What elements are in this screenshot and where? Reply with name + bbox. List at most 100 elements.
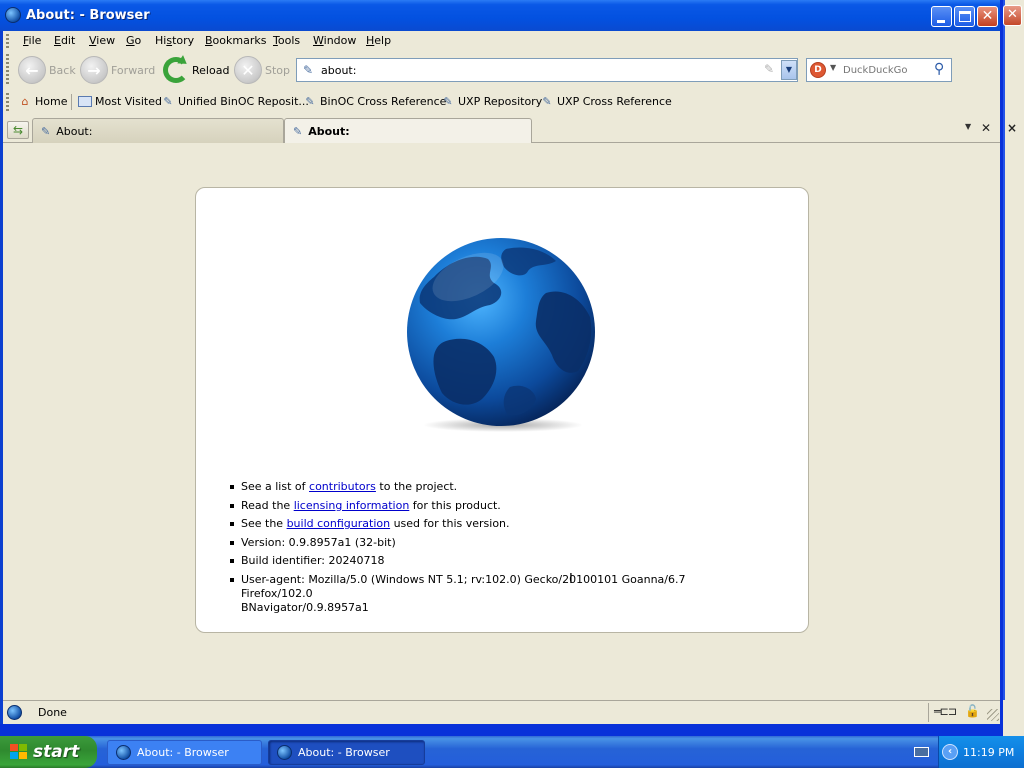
menu-edit[interactable]: Edit <box>54 34 75 47</box>
close-button[interactable]: ✕ <box>977 6 998 27</box>
url-bar[interactable]: ✎ ✎ ▼ <box>296 58 798 82</box>
reload-button[interactable]: Reload <box>163 55 229 85</box>
stop-icon: ✕ <box>234 56 262 84</box>
bookmarks-toolbar-grip[interactable] <box>6 93 9 111</box>
user-agent-line-2: BNavigator/0.9.8957a1 <box>241 600 369 614</box>
logo-pane <box>10 752 18 759</box>
bookmark-label: BinOC Cross Reference <box>320 95 447 108</box>
url-input[interactable] <box>321 62 761 78</box>
bookmark-binoc-cross-ref[interactable]: ✎ BinOC Cross Reference <box>303 95 446 108</box>
about-build-config-line: See the build configuration used for thi… <box>230 517 750 531</box>
search-magnifier-icon[interactable]: ⚲ <box>934 61 944 77</box>
bookmark-uxp-repo[interactable]: ✎ UXP Repository <box>441 95 542 108</box>
background-window-tab-close-icon[interactable]: × <box>1003 121 1021 135</box>
stop-button[interactable]: ✕ Stop <box>234 55 290 85</box>
text: See a list of <box>241 480 310 493</box>
menu-history[interactable]: History <box>155 34 194 47</box>
minimize-button[interactable] <box>931 6 952 27</box>
bookmark-most-visited[interactable]: Most Visited <box>78 95 162 108</box>
forward-label: Forward <box>111 63 156 77</box>
about-contributors-line: See a list of contributors to the projec… <box>230 480 750 494</box>
browser-chrome: File Edit View Go History Bookmarks Tool… <box>3 31 1000 144</box>
windows-logo-icon <box>10 744 28 760</box>
menu-window[interactable]: Window <box>313 34 356 47</box>
browser-globe-icon <box>116 745 131 760</box>
bookmark-home-label: Home <box>35 95 68 108</box>
menu-bookmarks[interactable]: Bookmarks <box>205 34 266 47</box>
contributors-link[interactable]: contributors <box>309 480 376 493</box>
background-window-frame <box>1003 0 1024 736</box>
taskbar-item-label: About: - Browser <box>137 746 229 759</box>
logo-pane <box>19 752 27 759</box>
maximize-button[interactable] <box>954 6 975 27</box>
status-separator <box>928 703 929 722</box>
taskbar-item-browser-2-active[interactable]: About: - Browser <box>268 740 425 765</box>
version-text: Version: 0.9.8957a1 (32-bit) <box>230 536 750 550</box>
security-lock-icon[interactable]: 🔓 <box>965 704 980 718</box>
bookmark-uxp-cross-ref[interactable]: ✎ UXP Cross Reference <box>540 95 672 108</box>
menu-help[interactable]: Help <box>366 34 391 47</box>
forward-button[interactable]: → Forward <box>80 55 155 85</box>
search-engine-dropdown-icon[interactable]: ▼ <box>830 63 836 72</box>
reload-label: Reload <box>192 63 230 77</box>
menu-go[interactable]: Go <box>126 34 141 47</box>
bookmarks-toolbar: ⌂ Home Most Visited ✎ Unified BinOC Reposi… <box>3 90 1000 114</box>
about-licensing-line: Read the licensing information for this … <box>230 499 750 513</box>
bookmark-page-icon[interactable]: ✎ <box>764 62 774 76</box>
window-frame-bottom <box>0 724 1003 736</box>
background-window-close-button[interactable]: ✕ <box>1003 5 1022 26</box>
bookmark-label: UXP Repository <box>458 95 543 108</box>
tab-strip: ⇆ ✎ About: ✎ About: ▼ ✕ <box>3 116 1000 144</box>
page-content: See a list of contributors to the projec… <box>3 143 1000 700</box>
maximize-icon <box>959 11 971 22</box>
text: to the project. <box>375 480 458 493</box>
globe-logo-icon <box>407 238 595 432</box>
bookmark-home[interactable]: ⌂ Home <box>18 95 68 108</box>
folder-icon <box>78 96 92 107</box>
text: for this product. <box>409 498 501 512</box>
bookmark-unified-binoc[interactable]: ✎ Unified BinOC Reposit... <box>161 95 309 108</box>
close-tab-icon[interactable]: ✕ <box>981 121 991 135</box>
all-tabs-dropdown-icon[interactable]: ▼ <box>965 122 971 131</box>
start-button[interactable]: start <box>0 736 97 768</box>
title-bar[interactable]: About: - Browser ✕ <box>0 0 1000 31</box>
tab-label: About: <box>308 125 350 138</box>
menu-tools[interactable]: Tools <box>273 34 300 47</box>
search-input[interactable] <box>843 62 931 78</box>
tab-about-2-active[interactable]: ✎ About: <box>284 118 532 144</box>
build-configuration-link[interactable]: build configuration <box>287 517 391 530</box>
tab-about-1[interactable]: ✎ About: <box>32 118 284 143</box>
back-arrow-icon: ← <box>18 56 46 84</box>
url-history-dropdown[interactable]: ▼ <box>781 60 797 80</box>
page-favicon-icon: ✎ <box>41 124 51 138</box>
show-hidden-icons-chevron-icon[interactable]: ‹ <box>942 744 958 760</box>
nav-toolbar-grip[interactable] <box>6 54 9 86</box>
menu-bar-grip[interactable] <box>6 34 9 48</box>
menu-file[interactable]: File <box>23 34 41 47</box>
tab-list-button[interactable]: ⇆ <box>7 121 29 139</box>
forward-arrow-icon: → <box>80 56 108 84</box>
menu-view[interactable]: View <box>89 34 115 47</box>
status-globe-icon <box>7 705 22 720</box>
build-identifier-text: Build identifier: 20240718 <box>230 554 750 568</box>
taskbar-item-browser-1[interactable]: About: - Browser <box>107 740 262 765</box>
back-button[interactable]: ← Back <box>18 55 76 85</box>
keyboard-icon[interactable] <box>914 747 929 757</box>
logo-pane <box>19 744 27 751</box>
tab-label: About: <box>56 124 93 138</box>
search-bar[interactable]: D ▼ ⚲ <box>806 58 952 82</box>
licensing-information-link[interactable]: licensing information <box>294 499 410 512</box>
minimize-icon <box>937 20 945 23</box>
about-info-list: See a list of contributors to the projec… <box>230 480 750 619</box>
bookmark-page-icon: ✎ <box>443 95 453 108</box>
start-label: start <box>33 742 80 762</box>
online-connection-icon[interactable]: ═⊏⊐ <box>934 705 957 718</box>
duckduckgo-icon[interactable]: D <box>810 62 826 78</box>
bookmark-label: UXP Cross Reference <box>557 95 672 108</box>
text: See the <box>241 517 287 530</box>
clock[interactable]: 11:19 PM <box>963 746 1014 759</box>
bookmark-page-icon: ✎ <box>305 95 315 108</box>
text: Read the <box>241 498 294 512</box>
resize-grip[interactable] <box>987 709 999 721</box>
reload-icon <box>163 57 189 83</box>
